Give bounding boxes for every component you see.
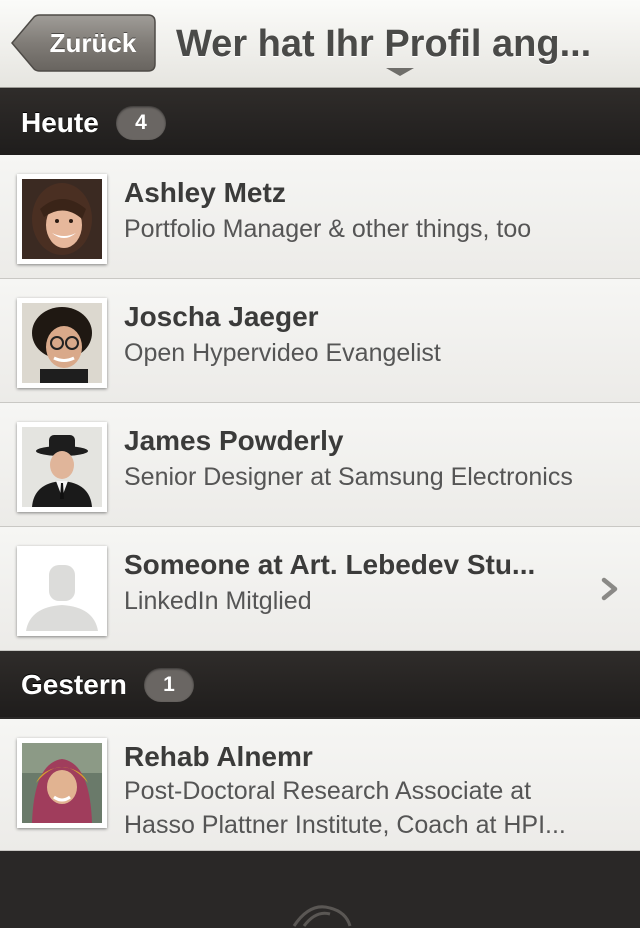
person-headline: LinkedIn Mitglied [124,587,312,615]
count-badge: 1 [144,668,194,702]
person-headline-line2: Hasso Plattner Institute, Coach at HPI..… [124,811,566,839]
person-placeholder-icon [22,551,102,631]
back-button[interactable]: Zurück [10,14,156,72]
avatar [17,298,107,388]
count-badge: 4 [116,106,166,140]
avatar [17,174,107,264]
dropdown-triangle-icon[interactable] [386,68,414,76]
list-item[interactable]: James Powderly Senior Designer at Samsun… [0,403,640,527]
avatar [17,422,107,512]
section-header-yesterday: Gestern 1 [0,651,640,717]
person-name: James Powderly [124,425,344,456]
back-button-label: Zurück [49,28,137,58]
section-title: Gestern [21,669,127,700]
list-item[interactable]: Joscha Jaeger Open Hypervideo Evangelist [0,279,640,403]
person-headline: Open Hypervideo Evangelist [124,339,441,367]
person-name: Someone at Art. Lebedev Stu... [124,549,536,580]
chevron-right-icon[interactable] [598,577,622,601]
person-headline-line1: Post-Doctoral Research Associate at [124,777,532,805]
section-header-today: Heute 4 [0,89,640,155]
avatar [17,738,107,828]
avatar [17,546,107,636]
person-headline: Portfolio Manager & other things, too [124,215,532,243]
list-item[interactable]: Rehab Alnemr Post-Doctoral Research Asso… [0,719,640,851]
person-headline: Senior Designer at Samsung Electronics [124,463,573,491]
person-name: Joscha Jaeger [124,301,319,332]
list-item[interactable]: Someone at Art. Lebedev Stu... LinkedIn … [0,527,640,651]
list-item[interactable]: Ashley Metz Portfolio Manager & other th… [0,155,640,279]
logo-icon [292,905,352,927]
person-name: Rehab Alnemr [124,741,313,772]
person-name: Ashley Metz [124,177,286,208]
section-title: Heute [21,107,99,138]
navigation-bar: Zurück Wer hat Ihr Profil ang... [0,0,640,88]
